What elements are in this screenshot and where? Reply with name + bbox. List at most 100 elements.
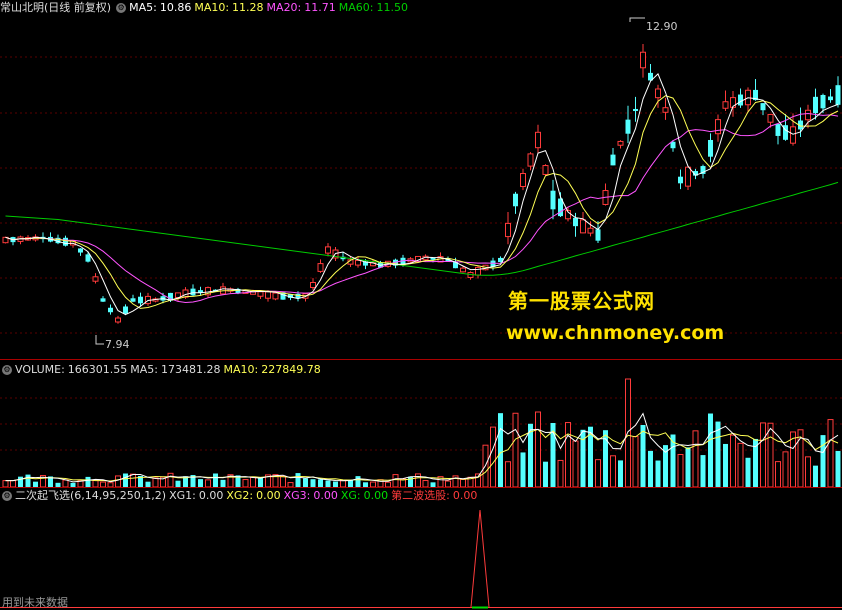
candle-body [813,96,818,114]
volume-bar [430,482,436,487]
candle-body [355,259,361,266]
indicator-pane[interactable]: ⚙ 二次起飞选(6,14,95,250,1,2) XG1: 0.00 XG2: 0.00 X… [0,488,842,609]
candle-body [78,248,83,253]
candle-body [100,298,106,302]
candle-body [617,140,624,146]
ma20-line [5,112,839,304]
volume-bar [445,480,451,488]
watermark-url: www.chnmoney.com [506,322,725,344]
candle-body [475,266,481,276]
candle-body [542,165,549,175]
candle-body [138,296,143,304]
volume-bar [130,473,136,488]
volume-bar [820,435,826,487]
volume-bar [460,478,466,488]
candle-body [767,113,774,123]
volume-bar [198,479,203,487]
volume-bar [92,479,99,488]
candle-body [265,291,271,299]
candle-body [595,229,601,241]
volume-bar [355,476,361,487]
volume-bar [498,413,503,487]
volume-bar [767,422,774,488]
volume-bar [303,478,308,487]
volume-bar [85,476,91,487]
volume-bar [505,461,511,488]
candle-body [115,317,121,323]
volume-bar [805,456,811,488]
volume-bar [677,453,684,488]
candle-body [685,166,691,187]
volume-bar [10,480,16,488]
volume-bar [55,482,61,487]
volume-bar [700,455,706,487]
candlestick-chart[interactable]: 12.90 7.94 [0,0,842,360]
volume-bar [205,479,211,488]
volume-bar [512,412,519,488]
volume-bar [490,426,496,488]
volume-bar [2,480,9,488]
candle-body [505,222,511,238]
price-pane[interactable]: 常山北明(日线 前复权) ⚙ MA5: 10.86 MA10: 11.28 MA20: 11.… [0,0,842,360]
volume-bar [107,482,114,488]
volume-bar [572,440,579,488]
candle-body [790,126,796,144]
volume-bar [415,473,421,488]
candle-body [715,119,721,135]
volume-bar [310,479,316,487]
volume-bar [115,475,121,488]
volume-bar [557,459,564,488]
volume-bar [737,442,744,488]
candle-body [520,173,526,187]
volume-bar [213,473,218,487]
volume-bar [625,378,631,488]
indicator-chart[interactable] [0,488,842,609]
volume-bar [250,476,256,488]
volume-bar [723,443,728,487]
candle-body [805,109,811,121]
volume-bar [287,482,294,488]
candle-body [257,291,264,297]
volume-bar [610,455,616,488]
candle-body [835,85,841,105]
volume-bar [595,459,601,488]
candle-body [63,237,68,246]
volume-bar [333,481,338,487]
low-marker-line [95,335,104,345]
volume-bar [62,479,69,488]
volume-bar [325,480,331,487]
candle-body [190,288,196,296]
candle-body [662,107,669,113]
ma10-line [5,95,839,309]
volume-bar [827,419,834,488]
candle-body [527,153,534,167]
volume-bar [813,465,818,487]
volume-bar [422,480,429,488]
volume-bar [730,434,736,488]
candle-body [460,267,466,273]
low-label: 7.94 [105,338,130,351]
candle-body [317,263,324,272]
candle-body [775,124,781,136]
volume-bar [790,431,796,488]
candle-body [633,108,638,112]
volume-bar [715,421,721,487]
volume-bar [318,479,323,487]
volume-bar [835,450,841,487]
candle-body [587,227,594,234]
candle-body [828,96,833,101]
candle-body [738,94,743,106]
volume-bars-group [2,378,841,488]
volume-pane[interactable]: ⚙ VOLUME: 166301.55 MA5: 173481.28 MA10: 22784… [0,360,842,488]
volume-bar [760,422,766,488]
volume-chart[interactable] [0,360,842,488]
volume-bar [70,482,76,487]
volume-bar [543,461,548,487]
candle-body [625,119,631,134]
candle-body [92,276,99,282]
volume-bar [745,457,751,487]
volume-bar [520,452,526,487]
volume-bar [632,436,639,488]
volume-bar [258,477,263,487]
volume-bar [167,472,174,488]
